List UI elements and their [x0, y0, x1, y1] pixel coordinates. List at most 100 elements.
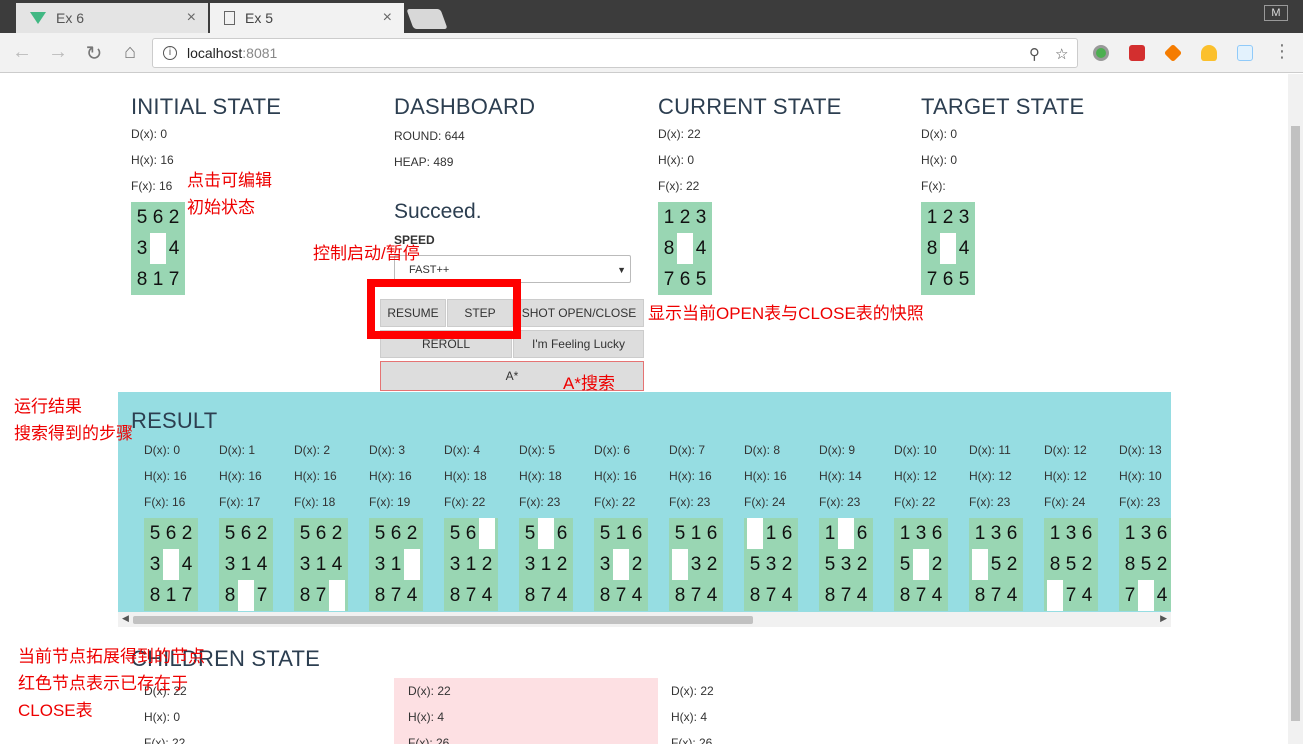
browser-toolbar: ← → ↻ ⌂ i localhost:8081 ⚲ ☆ ⋮ [0, 33, 1303, 73]
dashboard-title: DASHBOARD [394, 94, 536, 119]
puzzle-tile: 3 [449, 554, 461, 575]
extension-red-icon[interactable] [1129, 45, 1145, 61]
info-icon[interactable]: i [163, 46, 177, 60]
puzzle-tile: 5 [749, 554, 761, 575]
step-h: H(x): 10 [1119, 469, 1162, 483]
puzzle-tile: 6 [706, 523, 718, 544]
step-f: F(x): 19 [369, 495, 411, 509]
puzzle-tile: 6 [240, 523, 252, 544]
puzzle-tile: 3 [915, 523, 927, 544]
tab-ex5[interactable]: Ex 5 × [210, 3, 404, 33]
step-h: H(x): 16 [594, 469, 637, 483]
puzzle-tile: 6 [390, 523, 402, 544]
extension-json-icon[interactable] [1237, 45, 1253, 61]
step-f: F(x): 23 [1119, 495, 1161, 509]
puzzle-tile [940, 233, 956, 264]
puzzle-tile: 5 [136, 207, 148, 228]
forward-arrow-icon[interactable]: → [46, 41, 70, 64]
puzzle-tile: 1 [1124, 523, 1136, 544]
target-h: H(x): 0 [921, 153, 957, 167]
step-d: D(x): 10 [894, 443, 937, 457]
puzzle-tile: 5 [224, 523, 236, 544]
puzzle-tile: 5 [958, 269, 970, 290]
home-icon[interactable]: ⌂ [118, 41, 142, 64]
scroll-left-icon[interactable]: ◀ [122, 613, 129, 624]
step-d: D(x): 13 [1119, 443, 1162, 457]
initial-puzzle-grid[interactable]: 56234817 [131, 202, 185, 295]
puzzle-tile: 7 [390, 585, 402, 606]
puzzle-tile: 4 [1081, 585, 1093, 606]
new-tab-button[interactable] [406, 9, 448, 29]
step-h: H(x): 16 [144, 469, 187, 483]
puzzle-tile: 3 [765, 554, 777, 575]
reload-icon[interactable]: ↻ [82, 41, 106, 66]
puzzle-tile: 6 [781, 523, 793, 544]
scroll-thumb[interactable] [133, 616, 753, 624]
tab-ex6[interactable]: Ex 6 × [16, 3, 208, 33]
close-icon[interactable]: × [187, 9, 196, 27]
metamask-icon[interactable] [1163, 43, 1183, 63]
step-d: D(x): 8 [744, 443, 780, 457]
puzzle-tile [913, 549, 929, 580]
initial-f: F(x): 16 [131, 179, 173, 193]
puzzle-tile: 7 [465, 585, 477, 606]
puzzle-tile: 6 [1081, 523, 1093, 544]
step-d: D(x): 3 [369, 443, 405, 457]
step-f: F(x): 23 [519, 495, 561, 509]
step-f: F(x): 23 [669, 495, 711, 509]
shot-open-close-button[interactable]: SHOT OPEN/CLOSE [514, 299, 644, 327]
puzzle-tile: 1 [926, 207, 938, 228]
feeling-lucky-button[interactable]: I'm Feeling Lucky [513, 330, 644, 358]
scroll-right-icon[interactable]: ▶ [1160, 613, 1167, 624]
puzzle-tile: 4 [781, 585, 793, 606]
puzzle-tile: 3 [136, 238, 148, 259]
back-arrow-icon[interactable]: ← [10, 41, 34, 64]
annotation-edit-initial: 点击可编辑 初始状态 [187, 171, 272, 217]
close-icon[interactable]: × [383, 9, 392, 27]
puzzle-tile: 5 [599, 523, 611, 544]
step-h: H(x): 16 [744, 469, 787, 483]
puzzle-tile: 2 [856, 554, 868, 575]
step-d: D(x): 5 [519, 443, 555, 457]
puzzle-tile: 1 [663, 207, 675, 228]
zoom-icon[interactable]: ⚲ [1029, 45, 1040, 63]
puzzle-tile: 5 [899, 554, 911, 575]
step-d: D(x): 0 [144, 443, 180, 457]
step-d: D(x): 6 [594, 443, 630, 457]
puzzle-tile: 7 [540, 585, 552, 606]
lightbulb-icon[interactable] [1201, 45, 1217, 61]
puzzle-tile: 3 [695, 207, 707, 228]
page-vertical-scrollbar[interactable] [1288, 74, 1303, 744]
puzzle-tile: 3 [1065, 523, 1077, 544]
child-h: H(x): 4 [408, 710, 444, 724]
target-puzzle-grid[interactable]: 12384765 [921, 202, 975, 295]
puzzle-tile: 3 [990, 523, 1002, 544]
puzzle-tile: 4 [958, 238, 970, 259]
address-bar[interactable]: i localhost:8081 ⚲ ☆ [152, 38, 1078, 68]
puzzle-tile: 5 [695, 269, 707, 290]
profile-badge[interactable]: M [1264, 5, 1288, 21]
result-horizontal-scrollbar[interactable]: ◀ ▶ [118, 612, 1171, 627]
puzzle-tile: 7 [168, 269, 180, 290]
puzzle-tile: 8 [824, 585, 836, 606]
puzzle-tile: 3 [299, 554, 311, 575]
puzzle-tile: 6 [152, 207, 164, 228]
puzzle-tile: 3 [840, 554, 852, 575]
puzzle-tile: 6 [315, 523, 327, 544]
puzzle-tile: 3 [690, 554, 702, 575]
puzzle-tile: 3 [524, 554, 536, 575]
puzzle-tile: 1 [165, 585, 177, 606]
puzzle-tile: 7 [690, 585, 702, 606]
star-icon[interactable]: ☆ [1055, 45, 1068, 63]
puzzle-tile: 4 [331, 554, 343, 575]
puzzle-tile [1047, 580, 1063, 611]
puzzle-tile: 1 [765, 523, 777, 544]
puzzle-tile [672, 549, 688, 580]
scroll-thumb[interactable] [1291, 126, 1300, 721]
result-title: RESULT [131, 408, 218, 433]
extension-green-icon[interactable] [1093, 45, 1109, 61]
menu-icon[interactable]: ⋮ [1270, 41, 1294, 62]
puzzle-tile: 6 [165, 523, 177, 544]
puzzle-tile [329, 580, 345, 611]
step-puzzle-grid: 56231487 [294, 518, 348, 611]
